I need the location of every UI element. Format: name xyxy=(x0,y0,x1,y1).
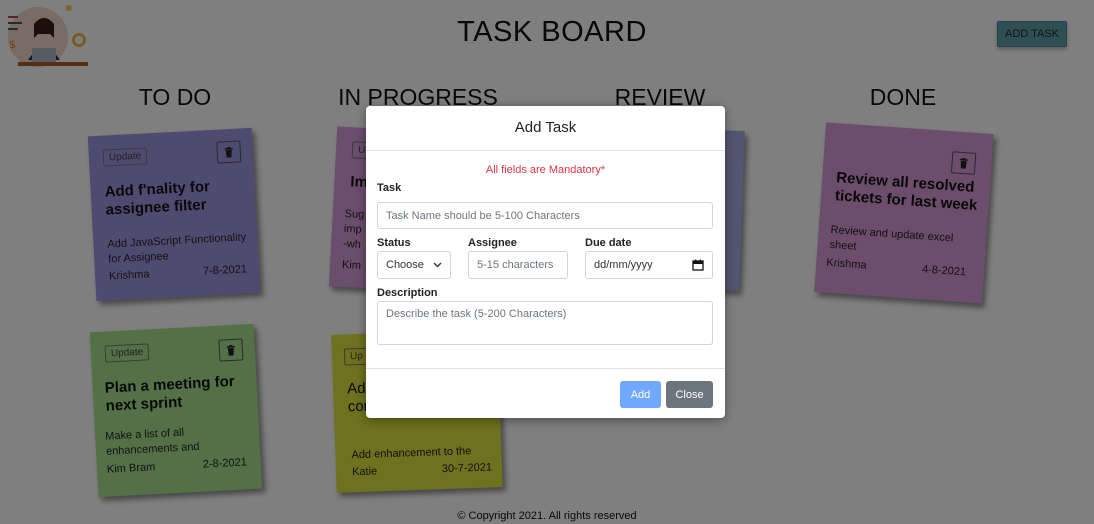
due-date-value: dd/mm/yyyy xyxy=(594,259,653,271)
due-date-input[interactable]: dd/mm/yyyy xyxy=(585,251,713,279)
modal-header-divider xyxy=(366,150,725,151)
chevron-down-icon xyxy=(433,262,442,268)
task-name-input[interactable] xyxy=(377,202,713,229)
modal-title: Add Task xyxy=(514,119,577,136)
close-button[interactable]: Close xyxy=(666,381,713,408)
add-button[interactable]: Add xyxy=(620,381,661,408)
add-task-modal: Add Task All fields are Mandatory* Task … xyxy=(366,106,725,418)
description-label: Description xyxy=(377,287,438,299)
assignee-label: Assignee xyxy=(468,237,517,249)
mandatory-note: All fields are Mandatory* xyxy=(485,164,606,176)
assignee-input[interactable] xyxy=(468,251,568,279)
description-textarea[interactable] xyxy=(377,301,713,345)
status-label: Status xyxy=(377,237,411,249)
due-date-label: Due date xyxy=(585,237,632,249)
modal-footer-divider xyxy=(366,368,725,369)
status-selected-value: Choose xyxy=(386,259,424,271)
status-select[interactable]: Choose xyxy=(377,251,451,279)
task-label: Task xyxy=(377,182,402,194)
calendar-icon[interactable] xyxy=(692,259,704,271)
task-board-page: $ TASK BOARD ADD TASK TO DO IN PROGRESS … xyxy=(0,0,1094,524)
